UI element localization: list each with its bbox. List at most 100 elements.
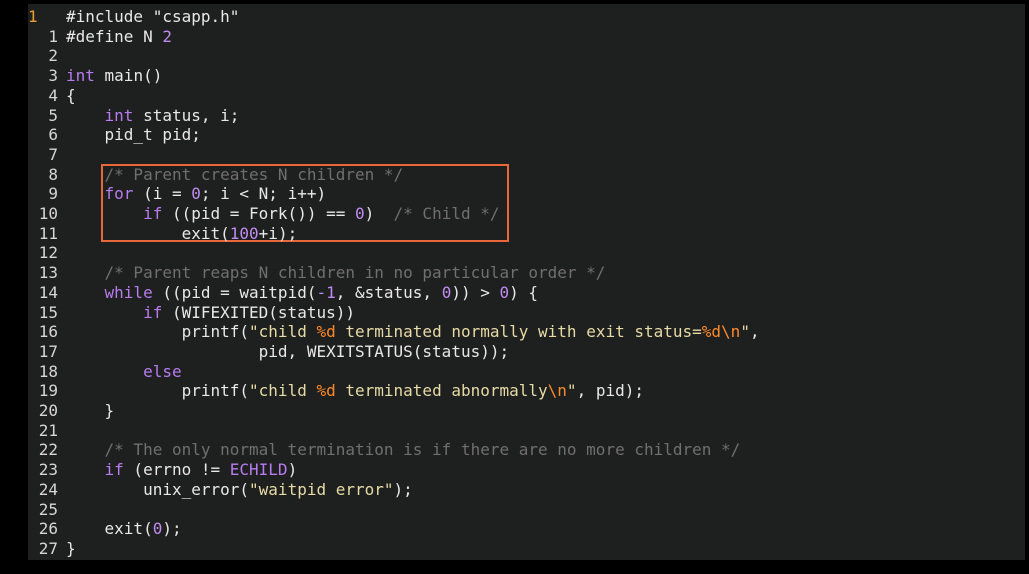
code-token: " bbox=[566, 381, 577, 401]
code-line[interactable]: 3 int main() bbox=[28, 66, 1025, 86]
code-line[interactable]: #include "csapp.h" bbox=[28, 7, 1025, 27]
code-line[interactable]: 15 if (WIFEXITED(status)) bbox=[28, 303, 1025, 323]
code-line[interactable]: 4{ bbox=[28, 86, 1025, 106]
code-token: (WIFEXITED(status)) bbox=[162, 302, 355, 322]
code-token: ); bbox=[162, 519, 182, 539]
code-line[interactable]: 11 exit(100+i); bbox=[28, 224, 1025, 244]
code-line[interactable]: 13 /* Parent reaps N children in no part… bbox=[28, 263, 1025, 283]
code-text: if ((pid = Fork()) == 0) /* Child */ bbox=[66, 204, 500, 224]
code-line[interactable]: 9 for (i = 0; i < N; i++) bbox=[28, 184, 1025, 204]
code-token: ); bbox=[393, 479, 413, 499]
code-text: } bbox=[66, 401, 115, 421]
line-number: 15 bbox=[38, 302, 58, 322]
code-token: else bbox=[143, 361, 182, 381]
code-token: (errno != bbox=[123, 460, 230, 480]
line-number: 17 bbox=[38, 341, 58, 361]
code-line[interactable]: 19 printf("child %d terminated abnormall… bbox=[28, 381, 1025, 401]
code-token: /* Parent creates N children */ bbox=[104, 164, 404, 184]
code-line[interactable]: 24 unix_error("waitpid error"); bbox=[28, 480, 1025, 500]
code-line[interactable]: 27} bbox=[28, 539, 1025, 559]
code-line[interactable]: 10 if ((pid = Fork()) == 0) /* Child */ bbox=[28, 204, 1025, 224]
code-token: " bbox=[740, 322, 750, 342]
code-token: } bbox=[66, 538, 76, 558]
current-line-indicator: 1 bbox=[28, 7, 38, 26]
code-line[interactable]: 14 while ((pid = waitpid(-1, &status, 0)… bbox=[28, 283, 1025, 303]
code-token: pid_t pid; bbox=[66, 125, 201, 145]
line-number: 21 bbox=[38, 420, 58, 440]
code-text: for (i = 0; i < N; i++) bbox=[66, 184, 327, 204]
code-line[interactable]: 7 bbox=[28, 145, 1025, 165]
code-text: if (errno != ECHILD) bbox=[66, 460, 298, 480]
code-token: 0 bbox=[354, 204, 365, 223]
code-line[interactable]: 23 if (errno != ECHILD) bbox=[28, 460, 1025, 480]
code-line[interactable]: 20 } bbox=[28, 401, 1025, 421]
code-token: int bbox=[104, 105, 134, 125]
code-token: 0 bbox=[152, 519, 163, 539]
line-number: 12 bbox=[38, 243, 58, 263]
code-token: , bbox=[749, 322, 760, 342]
line-number: 4 bbox=[48, 85, 58, 105]
code-token: pid, WEXITSTATUS(status)); bbox=[66, 341, 510, 361]
code-line[interactable]: 8 /* Parent creates N children */ bbox=[28, 165, 1025, 185]
code-line[interactable]: 12 bbox=[28, 243, 1025, 263]
code-text: /* The only normal termination is if the… bbox=[66, 440, 741, 460]
code-token: #define N bbox=[66, 26, 163, 46]
code-token: ; i < N; i++) bbox=[200, 184, 327, 204]
code-token: { bbox=[66, 85, 76, 105]
line-number: 27 bbox=[38, 538, 58, 558]
code-line[interactable]: 21 bbox=[28, 421, 1025, 441]
code-token: } bbox=[66, 401, 115, 420]
code-text: else bbox=[66, 362, 182, 382]
code-token: 0 bbox=[499, 282, 510, 302]
code-token: -1 bbox=[316, 282, 336, 302]
code-text: #include "csapp.h" bbox=[66, 7, 239, 27]
code-line[interactable]: 6 pid_t pid; bbox=[28, 125, 1025, 145]
line-number: 14 bbox=[38, 282, 58, 302]
code-token: if bbox=[143, 302, 163, 322]
code-token: int bbox=[66, 66, 95, 86]
code-line[interactable]: 5 int status, i; bbox=[28, 106, 1025, 126]
code-text: pid_t pid; bbox=[66, 125, 201, 145]
code-line[interactable]: 16 printf("child %d terminated normally … bbox=[28, 322, 1025, 342]
line-number: 26 bbox=[38, 519, 58, 539]
code-text: exit(0); bbox=[66, 519, 182, 539]
code-text: pid, WEXITSTATUS(status)); bbox=[66, 342, 509, 362]
code-token: 0 bbox=[191, 184, 201, 204]
line-number: 22 bbox=[38, 440, 58, 460]
code-token: %d\n bbox=[701, 322, 741, 342]
code-line[interactable]: 25 bbox=[28, 500, 1025, 520]
code-token: ) bbox=[364, 204, 394, 223]
code-text: unix_error("waitpid error"); bbox=[66, 480, 413, 500]
code-token: status, i; bbox=[133, 105, 240, 125]
code-line[interactable]: 18 else bbox=[28, 362, 1025, 382]
code-token: terminated normally with exit status= bbox=[335, 322, 702, 342]
code-line[interactable]: 1 #define N 2 bbox=[28, 27, 1025, 47]
code-token: ) { bbox=[509, 282, 539, 302]
code-text: while ((pid = waitpid(-1, &status, 0)) >… bbox=[66, 282, 539, 303]
code-text: int status, i; bbox=[66, 105, 240, 126]
line-number: 3 bbox=[48, 66, 58, 86]
code-text: #define N 2 bbox=[66, 27, 172, 47]
code-line[interactable]: 17 pid, WEXITSTATUS(status)); bbox=[28, 342, 1025, 362]
line-number: 2 bbox=[48, 46, 58, 66]
code-token: ((pid = Fork()) == bbox=[162, 204, 355, 223]
line-number: 19 bbox=[38, 381, 58, 401]
line-number: 9 bbox=[48, 184, 58, 204]
code-token: ) bbox=[287, 460, 298, 480]
code-token: /* The only normal termination is if the… bbox=[104, 440, 741, 460]
line-number: 20 bbox=[38, 401, 58, 420]
code-line[interactable]: 26 exit(0); bbox=[28, 519, 1025, 539]
code-token: /* Child */ bbox=[393, 204, 500, 223]
code-line[interactable]: 22 /* The only normal termination is if … bbox=[28, 440, 1025, 460]
code-token: if bbox=[143, 204, 163, 223]
code-line[interactable]: 2 bbox=[28, 46, 1025, 66]
code-editor[interactable]: #include "csapp.h" 1 #define N 2 2 3 int main… bbox=[28, 4, 1025, 560]
line-number: 16 bbox=[38, 322, 58, 342]
code-token: %d bbox=[316, 381, 336, 401]
